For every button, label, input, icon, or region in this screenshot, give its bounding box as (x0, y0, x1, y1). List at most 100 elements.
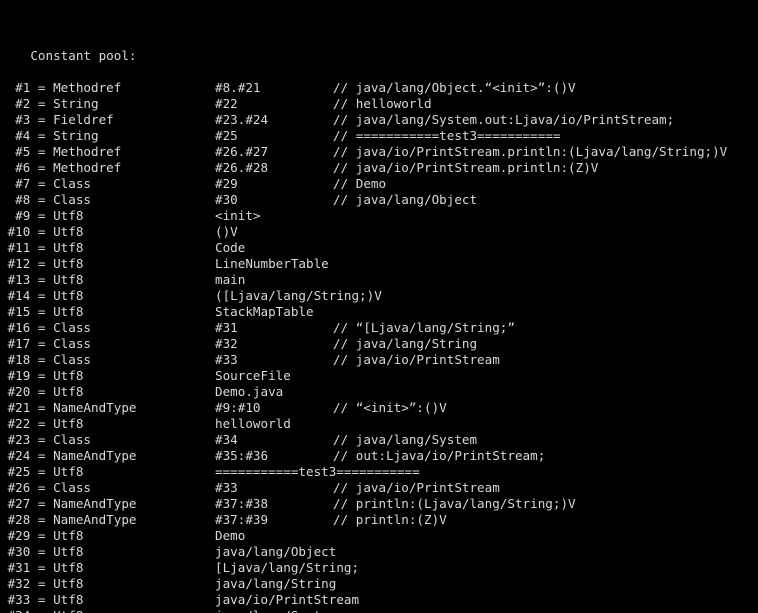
entry-value: java/lang/String (215, 576, 337, 591)
entry-value: [Ljava/lang/String; (215, 560, 360, 575)
entry-index-and-tag: #32 = Utf8 (0, 576, 84, 591)
entry-comment: // println:(Ljava/lang/String;)V (333, 496, 576, 511)
entry-index-and-tag: #15 = Utf8 (0, 304, 84, 319)
entry-index-and-tag: #3 = Fieldref (0, 112, 114, 127)
constant-pool-entry: #34 = Utf8 java/lang/System (0, 608, 758, 613)
constant-pool-entry: #10 = Utf8 ()V (0, 224, 758, 240)
entry-value: #9:#10 (215, 400, 261, 415)
entry-index-and-tag: #18 = Class (0, 352, 91, 367)
constant-pool-entry: #24 = NameAndType #35:#36 // out:Ljava/io/… (0, 448, 758, 464)
entry-index-and-tag: #8 = Class (0, 192, 91, 207)
entry-index-and-tag: #2 = String (0, 96, 99, 111)
entry-value: StackMapTable (215, 304, 314, 319)
entry-value: #25 (215, 128, 238, 143)
constant-pool-entry: #14 = Utf8 ([Ljava/lang/String;)V (0, 288, 758, 304)
constant-pool-entry: #31 = Utf8 [Ljava/lang/String; (0, 560, 758, 576)
entry-value: ()V (215, 224, 238, 239)
constant-pool-entry: #27 = NameAndType #37:#38 // println:(Ljav… (0, 496, 758, 512)
entry-comment: // java/lang/String (333, 336, 478, 351)
entry-index-and-tag: #7 = Class (0, 176, 91, 191)
entry-index-and-tag: #1 = Methodref (0, 80, 122, 95)
entry-value: #26.#28 (215, 160, 269, 175)
constant-pool-entry: #29 = Utf8 Demo (0, 528, 758, 544)
entry-index-and-tag: #6 = Methodref (0, 160, 122, 175)
constant-pool-entry: #22 = Utf8 helloworld (0, 416, 758, 432)
entry-value: Demo (215, 528, 246, 543)
constant-pool-entry: #21 = NameAndType #9:#10 // “<init>”:()V (0, 400, 758, 416)
constant-pool-entry: #3 = Fieldref #23.#24 // java/lang/System.… (0, 112, 758, 128)
entry-comment: // java/lang/Object (333, 192, 478, 207)
entry-comment: // “[Ljava/lang/String;” (333, 320, 515, 335)
entry-index-and-tag: #17 = Class (0, 336, 91, 351)
entry-index-and-tag: #5 = Methodref (0, 144, 122, 159)
entry-comment: // java/lang/System (333, 432, 478, 447)
entry-value: #35:#36 (215, 448, 269, 463)
constant-pool-entry: #20 = Utf8 Demo.java (0, 384, 758, 400)
entry-index-and-tag: #33 = Utf8 (0, 592, 84, 607)
entry-index-and-tag: #4 = String (0, 128, 99, 143)
constant-pool-entry: #1 = Methodref #8.#21 // java/lang/Object.… (0, 80, 758, 96)
entry-index-and-tag: #27 = NameAndType (0, 496, 137, 511)
constant-pool-entry: #26 = Class #33 // java/io/PrintStream (0, 480, 758, 496)
entry-comment: // java/io/PrintStream (333, 480, 500, 495)
entry-index-and-tag: #11 = Utf8 (0, 240, 84, 255)
entry-index-and-tag: #19 = Utf8 (0, 368, 84, 383)
entry-index-and-tag: #26 = Class (0, 480, 91, 495)
entry-value: #26.#27 (215, 144, 269, 159)
entry-value: #29 (215, 176, 238, 191)
constant-pool-title: Constant pool: (30, 48, 137, 63)
entry-value: #37:#39 (215, 512, 269, 527)
entry-value: #33 (215, 352, 238, 367)
entry-value: java/lang/Object (215, 544, 337, 559)
constant-pool-entry: #5 = Methodref #26.#27 // java/io/PrintStr… (0, 144, 758, 160)
entry-value: #37:#38 (215, 496, 269, 511)
entry-comment: // helloworld (333, 96, 432, 111)
entry-value: #33 (215, 480, 238, 495)
entry-value: ===========test3=========== (215, 464, 420, 479)
constant-pool-entry: #18 = Class #33 // java/io/PrintStream (0, 352, 758, 368)
entry-index-and-tag: #16 = Class (0, 320, 91, 335)
constant-pool-entry: #19 = Utf8 SourceFile (0, 368, 758, 384)
entry-comment: // out:Ljava/io/PrintStream; (333, 448, 546, 463)
entry-index-and-tag: #25 = Utf8 (0, 464, 84, 479)
constant-pool-entry: #33 = Utf8 java/io/PrintStream (0, 592, 758, 608)
entry-index-and-tag: #13 = Utf8 (0, 272, 84, 287)
entry-index-and-tag: #24 = NameAndType (0, 448, 137, 463)
constant-pool-rows: #1 = Methodref #8.#21 // java/lang/Object.… (0, 80, 758, 613)
entry-index-and-tag: #9 = Utf8 (0, 208, 84, 223)
constant-pool-entry: #2 = String #22 // helloworld (0, 96, 758, 112)
entry-value: LineNumberTable (215, 256, 329, 271)
entry-comment: // java/lang/System.out:Ljava/io/PrintSt… (333, 112, 675, 127)
entry-index-and-tag: #34 = Utf8 (0, 608, 210, 613)
constant-pool-entry: #25 = Utf8 ===========test3=========== (0, 464, 758, 480)
entry-comment: // java/io/PrintStream.println:(Z)V (333, 160, 599, 175)
constant-pool-entry: #8 = Class #30 // java/lang/Object (0, 192, 758, 208)
entry-index-and-tag: #23 = Class (0, 432, 91, 447)
constant-pool-entry: #7 = Class #29 // Demo (0, 176, 758, 192)
constant-pool-entry: #6 = Methodref #26.#28 // java/io/PrintStr… (0, 160, 758, 176)
entry-value: java/io/PrintStream (215, 592, 360, 607)
constant-pool-entry: #32 = Utf8 java/lang/String (0, 576, 758, 592)
entry-index-and-tag: #14 = Utf8 (0, 288, 84, 303)
entry-value: <init> (215, 208, 261, 223)
entry-value: helloworld (215, 416, 291, 431)
entry-value: #23.#24 (215, 112, 269, 127)
constant-pool-header: Constant pool: (0, 32, 758, 63)
constant-pool-entry: #4 = String #25 // ===========test3=======… (0, 128, 758, 144)
entry-index-and-tag: #22 = Utf8 (0, 416, 84, 431)
constant-pool-entry: #28 = NameAndType #37:#39 // println:(Z)V (0, 512, 758, 528)
entry-value: #8.#21 (215, 80, 261, 95)
entry-index-and-tag: #12 = Utf8 (0, 256, 84, 271)
constant-pool-entry: #16 = Class #31 // “[Ljava/lang/String;” (0, 320, 758, 336)
entry-value: Demo.java (215, 384, 284, 399)
entry-comment: // java/io/PrintStream.println:(Ljava/la… (333, 144, 728, 159)
entry-index-and-tag: #29 = Utf8 (0, 528, 84, 543)
constant-pool-entry: #12 = Utf8 LineNumberTable (0, 256, 758, 272)
entry-value: #32 (215, 336, 238, 351)
constant-pool-entry: #11 = Utf8 Code (0, 240, 758, 256)
entry-value: ([Ljava/lang/String;)V (215, 288, 382, 303)
entry-value: main (215, 272, 246, 287)
constant-pool-entry: #13 = Utf8 main (0, 272, 758, 288)
entry-comment: // ===========test3=========== (333, 128, 561, 143)
constant-pool-entry: #15 = Utf8 StackMapTable (0, 304, 758, 320)
